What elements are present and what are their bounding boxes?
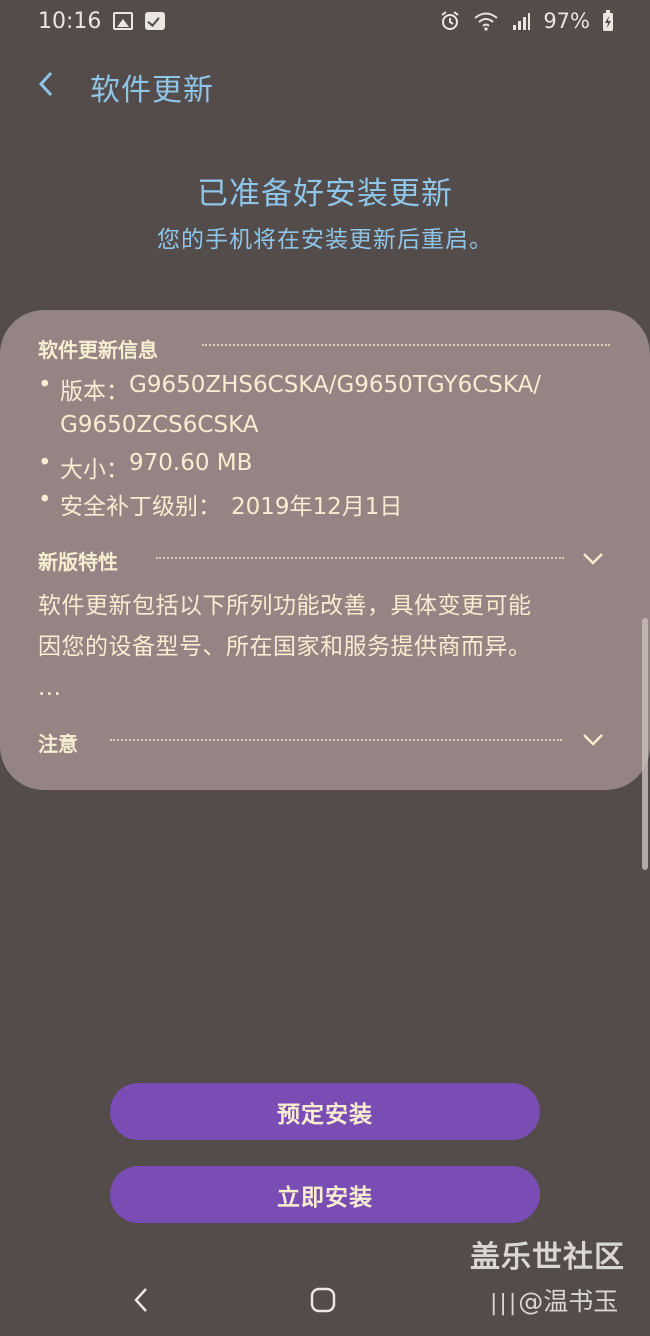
version-row-cont: G9650ZCS6CSKA (60, 412, 258, 438)
chevron-down-icon[interactable] (581, 551, 605, 567)
status-bar: 10:16 97% (0, 0, 650, 42)
image-icon (113, 12, 134, 30)
alarm-icon (441, 11, 459, 30)
status-right: 97% (439, 9, 614, 33)
dotted-divider (110, 739, 562, 741)
version-row: • 版本： G9650ZHS6CSKA/G9650TGY6CSKA/ (38, 372, 541, 406)
bullet: • (38, 372, 52, 398)
status-left: 10:16 (38, 8, 166, 34)
features-text-line1: 软件更新包括以下所列功能改善，具体变更可能 (38, 593, 532, 619)
navigation-bar (0, 1266, 650, 1336)
scrollbar-thumb[interactable] (642, 618, 648, 870)
chevron-down-icon[interactable] (581, 732, 605, 748)
schedule-install-button[interactable]: 预定安装 (110, 1083, 540, 1140)
bullet: • (38, 450, 52, 476)
back-button[interactable] (26, 61, 66, 107)
features-heading[interactable]: 新版特性 (38, 546, 118, 575)
patch-value: 2019年12月1日 (231, 494, 403, 520)
size-row: • 大小： 970.60 MB (38, 450, 252, 484)
dotted-divider (156, 557, 564, 559)
ready-subtitle: 您的手机将在安装更新后重启。 (157, 227, 493, 253)
signal-icon (513, 13, 531, 30)
patch-label: 安全补丁级别： (60, 494, 221, 520)
dotted-divider (202, 344, 610, 346)
version-line2: G9650ZCS6CSKA (60, 412, 259, 438)
features-heading-label: 新版特性 (38, 550, 118, 574)
size-value: 970.60 MB (129, 450, 253, 476)
app-header: 软件更新 (0, 55, 650, 115)
battery-percent: 97% (543, 9, 590, 33)
update-info-heading-label: 软件更新信息 (38, 338, 158, 362)
update-info-heading: 软件更新信息 (38, 334, 158, 363)
features-ellipsis: ... (38, 675, 62, 701)
ready-title: 已准备好安装更新 (197, 176, 453, 212)
nav-back-icon[interactable] (128, 1284, 154, 1316)
bullet: • (38, 487, 52, 513)
chevron-left-icon (38, 71, 53, 97)
page-title: 软件更新 (90, 73, 214, 108)
version-line1: G9650ZHS6CSKA/G9650TGY6CSKA/ (129, 372, 542, 398)
nav-home-icon[interactable] (309, 1286, 337, 1314)
status-time: 10:16 (38, 8, 102, 34)
battery-charging-icon (603, 10, 613, 31)
notice-heading-label: 注意 (38, 732, 78, 756)
wifi-icon (474, 12, 498, 31)
notice-heading[interactable]: 注意 (38, 728, 78, 757)
patch-row: • 安全补丁级别： 2019年12月1日 (38, 487, 402, 521)
checkbox-icon (145, 12, 166, 30)
features-text-line2: 因您的设备型号、所在国家和服务提供商而异。 (38, 634, 532, 660)
install-now-button[interactable]: 立即安装 (110, 1166, 540, 1223)
version-label: 版本： (60, 379, 129, 405)
size-label: 大小： (60, 457, 129, 483)
